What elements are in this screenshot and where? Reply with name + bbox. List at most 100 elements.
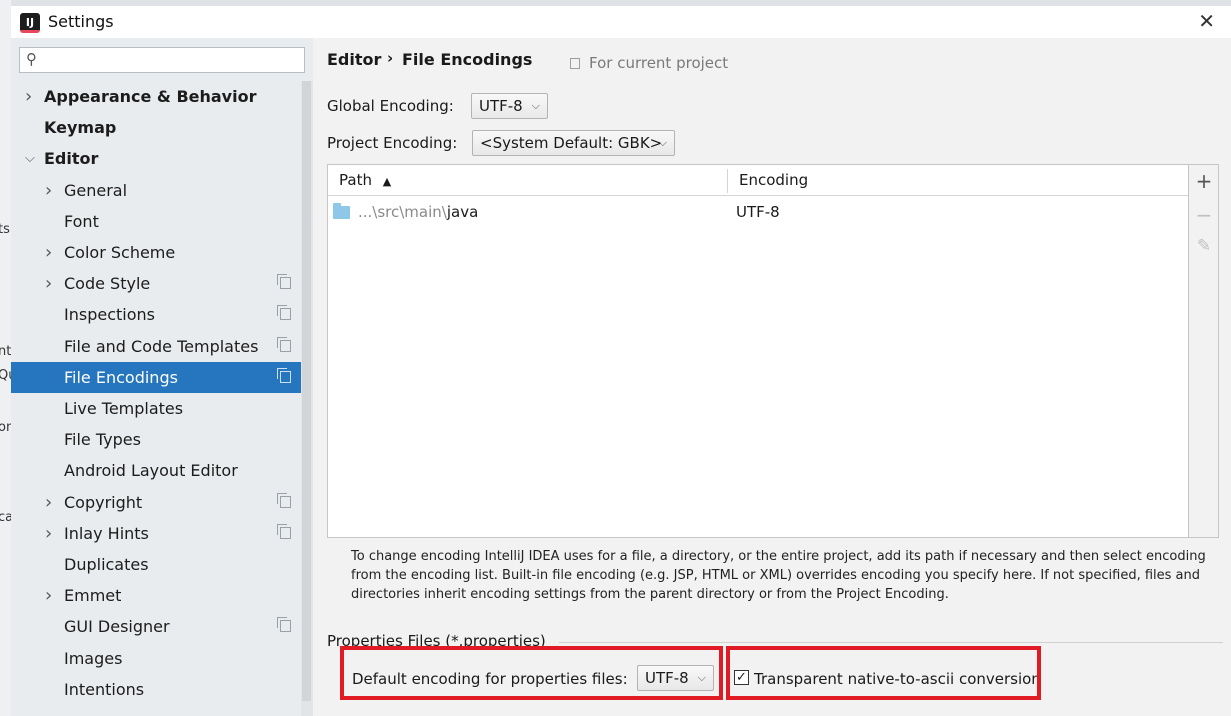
edge-fragment: on xyxy=(0,420,11,435)
sidebar-item-live-templates[interactable]: Live Templates xyxy=(11,393,301,424)
breadcrumb-separator: › xyxy=(387,49,394,67)
sidebar-item-label: Inspections xyxy=(64,305,155,325)
sidebar-item-label: Images xyxy=(64,648,123,668)
project-scope-icon xyxy=(570,58,580,69)
path-cell: ...\src\main\java xyxy=(358,203,479,221)
table-row[interactable]: ...\src\main\java UTF-8 xyxy=(328,197,1188,227)
project-scope-icon xyxy=(277,274,291,290)
column-divider[interactable] xyxy=(727,169,728,193)
chevron-right-icon[interactable]: › xyxy=(45,580,52,611)
project-scope-icon xyxy=(277,336,291,352)
title-bar: IJ Settings ✕ xyxy=(11,6,1231,38)
sidebar-item-label: GUI Designer xyxy=(64,617,170,637)
sidebar-item-inlay-hints[interactable]: › Inlay Hints xyxy=(11,518,301,549)
sidebar-item-font[interactable]: Font xyxy=(11,206,301,237)
sidebar-item-android-layout-editor[interactable]: Android Layout Editor xyxy=(11,455,301,486)
sidebar-item-label: Font xyxy=(64,211,99,231)
edge-fragment: Qu xyxy=(0,368,11,383)
sidebar-item-label: Color Scheme xyxy=(64,243,176,262)
breadcrumb-parent[interactable]: Editor xyxy=(327,50,381,69)
background-window-edge: ts nt Qu on ca xyxy=(0,0,11,716)
column-header-encoding[interactable]: Encoding xyxy=(739,165,808,195)
project-encoding-select[interactable]: <System Default: GBK> ⌵ xyxy=(472,130,675,156)
sidebar-item-label: Inlay Hints xyxy=(64,523,149,543)
project-scope-icon xyxy=(277,523,291,539)
sidebar-item-file-and-code-templates[interactable]: File and Code Templates xyxy=(11,331,301,362)
sidebar-item-appearance-behavior[interactable]: › Appearance & Behavior xyxy=(11,81,301,112)
chevron-down-icon: ⌵ xyxy=(658,136,667,149)
sidebar-item-label: File and Code Templates xyxy=(64,336,259,356)
project-scope-icon xyxy=(277,492,291,508)
sidebar-item-code-style[interactable]: › Code Style xyxy=(11,268,301,299)
sidebar-item-label: Duplicates xyxy=(64,555,149,574)
close-icon[interactable]: ✕ xyxy=(1198,9,1215,33)
sidebar-item-label: Copyright xyxy=(64,492,143,512)
chevron-right-icon[interactable]: › xyxy=(45,268,52,299)
edge-fragment: ca xyxy=(0,510,11,525)
highlight-box-transparent-conversion xyxy=(726,646,1041,700)
sidebar-item-copyright[interactable]: › Copyright xyxy=(11,487,301,518)
settings-search-box[interactable]: ⚲ xyxy=(19,47,305,73)
window-title: Settings xyxy=(48,12,114,31)
sidebar-item-label: General xyxy=(64,180,128,200)
project-scope-icon xyxy=(277,305,291,321)
path-encoding-table: Path ▲ Encoding ...\src\main\java UTF-8 xyxy=(327,164,1189,538)
sidebar-item-intentions[interactable]: Intentions xyxy=(11,674,301,705)
global-encoding-select[interactable]: UTF-8 ⌵ xyxy=(471,93,548,119)
section-divider xyxy=(559,642,1223,643)
sidebar-item-images[interactable]: Images xyxy=(11,643,301,674)
table-header: Path ▲ Encoding xyxy=(328,165,1188,196)
sidebar-item-label: Live Templates xyxy=(64,399,184,418)
search-icon: ⚲ xyxy=(26,50,37,68)
add-icon[interactable]: + xyxy=(1194,171,1214,191)
project-encoding-label: Project Encoding: xyxy=(327,134,458,152)
chevron-right-icon[interactable]: › xyxy=(45,175,52,206)
remove-icon[interactable]: − xyxy=(1194,205,1214,225)
project-scope-icon xyxy=(277,367,291,383)
settings-content: Editor › File Encodings For current proj… xyxy=(313,38,1231,716)
sidebar-scrollbar-thumb[interactable] xyxy=(302,81,311,701)
sort-ascending-icon: ▲ xyxy=(382,175,392,188)
sidebar-item-color-scheme[interactable]: › Color Scheme xyxy=(11,237,301,268)
help-text: To change encoding IntelliJ IDEA uses fo… xyxy=(351,549,1206,602)
chevron-right-icon[interactable]: › xyxy=(45,518,52,549)
edge-fragment: nt xyxy=(0,344,11,359)
sidebar-item-label: File Types xyxy=(64,430,141,450)
chevron-down-icon: ⌵ xyxy=(531,99,540,112)
sidebar-item-gui-designer[interactable]: GUI Designer xyxy=(11,611,301,642)
edge-fragment: ts xyxy=(0,222,10,237)
settings-dialog: IJ Settings ✕ ⚲ › Appearance & Behavior Ke… xyxy=(11,6,1231,716)
search-input[interactable] xyxy=(46,50,300,72)
sidebar-item-label: Intentions xyxy=(64,679,145,699)
chevron-right-icon[interactable]: › xyxy=(25,81,32,112)
sidebar-item-editor[interactable]: ⌵ Editor xyxy=(11,143,301,174)
sidebar-item-keymap[interactable]: Keymap xyxy=(11,112,301,143)
sidebar-item-label: Code Style xyxy=(64,274,151,294)
chevron-right-icon[interactable]: › xyxy=(45,487,52,518)
project-scope-icon xyxy=(277,617,291,633)
table-toolbar: + − ✎ xyxy=(1189,164,1219,538)
sidebar-item-label: Keymap xyxy=(44,118,117,138)
sidebar-item-general[interactable]: › General xyxy=(11,175,301,206)
breadcrumb-current: File Encodings xyxy=(402,50,533,69)
sidebar-item-label: Android Layout Editor xyxy=(64,461,238,481)
chevron-right-icon[interactable]: › xyxy=(45,237,52,268)
sidebar-item-duplicates[interactable]: Duplicates xyxy=(11,549,301,580)
sidebar-item-label: Appearance & Behavior xyxy=(44,87,257,106)
scope-label: For current project xyxy=(589,54,729,72)
edit-icon[interactable]: ✎ xyxy=(1194,236,1214,256)
sidebar-item-inspections[interactable]: Inspections xyxy=(11,299,301,330)
chevron-down-icon[interactable]: ⌵ xyxy=(25,143,35,174)
settings-sidebar: ⚲ › Appearance & Behavior Keymap ⌵ Editor › Ge… xyxy=(11,38,313,716)
sidebar-item-emmet[interactable]: › Emmet xyxy=(11,580,301,611)
sidebar-item-label: Editor xyxy=(44,149,99,169)
sidebar-item-file-types[interactable]: File Types xyxy=(11,424,301,455)
encoding-cell: UTF-8 xyxy=(736,203,780,221)
folder-icon xyxy=(333,203,350,219)
intellij-logo-icon: IJ xyxy=(20,13,40,33)
highlight-box-default-encoding xyxy=(340,646,723,700)
column-header-path[interactable]: Path ▲ xyxy=(339,165,391,195)
sidebar-item-file-encodings[interactable]: File Encodings xyxy=(11,361,313,393)
global-encoding-label: Global Encoding: xyxy=(327,97,454,115)
sidebar-item-label: File Encodings xyxy=(64,367,178,387)
